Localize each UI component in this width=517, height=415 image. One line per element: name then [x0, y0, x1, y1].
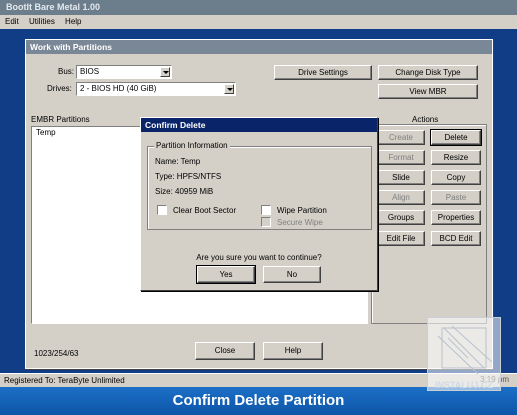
bus-select[interactable]: BIOS: [76, 65, 172, 79]
no-button[interactable]: No: [263, 266, 321, 283]
partition-information-group: Partition Information Name: Temp Type: H…: [147, 141, 372, 230]
drives-value: 2 - BIOS HD (40 GiB): [80, 84, 157, 93]
change-disk-type-button[interactable]: Change Disk Type: [378, 65, 478, 80]
edit-file-button[interactable]: Edit File: [377, 231, 425, 246]
secure-wipe-label: Secure Wipe: [277, 218, 323, 227]
slide-button[interactable]: Slide: [377, 170, 425, 185]
clear-boot-sector-checkbox[interactable]: [157, 205, 167, 215]
actions-header: Actions: [412, 115, 439, 124]
menu-bar: Edit Utilities Help: [0, 15, 517, 29]
partitions-header: EMBR Partitions: [31, 115, 90, 124]
yes-button[interactable]: Yes: [196, 265, 256, 284]
align-button[interactable]: Align: [377, 190, 425, 205]
confirm-question: Are you sure you want to continue?: [196, 253, 322, 262]
drives-label: Drives:: [47, 84, 72, 93]
groups-button[interactable]: Groups: [377, 210, 425, 225]
screenshot-caption: Confirm Delete Partition: [0, 387, 517, 415]
wipe-partition-checkbox[interactable]: [261, 205, 271, 215]
window-title: Work with Partitions: [26, 40, 492, 54]
dialog-title: Confirm Delete: [141, 118, 377, 132]
app-title: BootIt Bare Metal 1.00: [0, 0, 517, 15]
format-button[interactable]: Format: [377, 150, 425, 165]
clear-boot-sector-label: Clear Boot Sector: [173, 206, 237, 215]
paste-button[interactable]: Paste: [431, 190, 481, 205]
wipe-partition-label: Wipe Partition: [277, 206, 327, 215]
help-button[interactable]: Help: [263, 342, 323, 360]
confirm-delete-dialog: Confirm Delete Partition Information Nam…: [140, 117, 378, 291]
secure-wipe-checkbox[interactable]: [261, 217, 271, 227]
disk-geometry: 1023/254/63: [34, 349, 79, 358]
menu-help[interactable]: Help: [65, 17, 81, 26]
group-title: Partition Information: [154, 141, 230, 150]
bcd-edit-button[interactable]: BCD Edit: [431, 231, 481, 246]
copy-button[interactable]: Copy: [431, 170, 481, 185]
partition-type: Type: HPFS/NTFS: [155, 172, 222, 181]
grid-icon: [437, 325, 493, 375]
partition-size: Size: 40959 MiB: [155, 187, 214, 196]
drive-settings-button[interactable]: Drive Settings: [274, 65, 372, 80]
resize-button[interactable]: Resize: [431, 150, 481, 165]
registered-to: Registered To: TeraByte Unlimited: [4, 376, 125, 385]
delete-button[interactable]: Delete: [430, 129, 482, 146]
chevron-down-icon[interactable]: [160, 67, 170, 77]
partition-name: Name: Temp: [155, 157, 201, 166]
chevron-down-icon[interactable]: [224, 84, 234, 94]
drives-select[interactable]: 2 - BIOS HD (40 GiB): [76, 82, 236, 96]
bus-label: Bus:: [58, 67, 75, 76]
menu-edit[interactable]: Edit: [5, 17, 19, 26]
view-mbr-button[interactable]: View MBR: [378, 84, 478, 99]
watermark-text: INSTALUJ.CZ: [435, 380, 493, 390]
properties-button[interactable]: Properties: [431, 210, 481, 225]
menu-utilities[interactable]: Utilities: [29, 17, 55, 26]
create-button[interactable]: Create: [377, 130, 425, 145]
bus-value: BIOS: [80, 67, 100, 76]
close-button[interactable]: Close: [195, 342, 255, 360]
